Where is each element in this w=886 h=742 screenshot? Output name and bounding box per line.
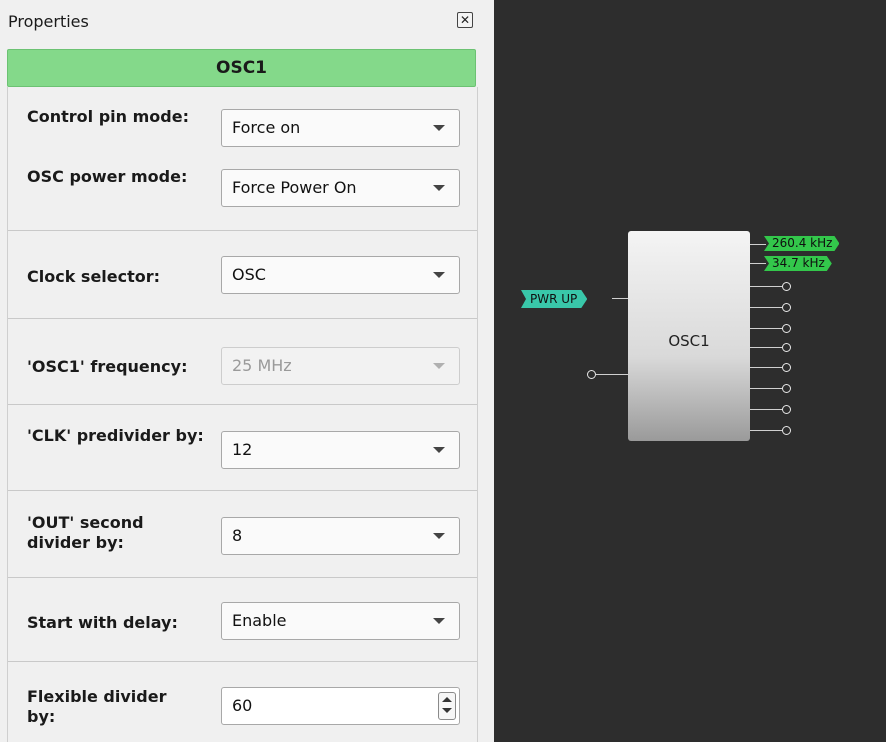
pin-line: [750, 388, 782, 389]
close-icon[interactable]: ✕: [457, 12, 473, 28]
property-groups: Control pin mode: Force on OSC power mod…: [7, 87, 478, 742]
osc-power-mode-value: Force Power On: [232, 178, 357, 197]
pin-line: [750, 328, 782, 329]
output-tag-frequency-2[interactable]: 34.7 kHz: [764, 256, 832, 271]
output-pin[interactable]: [782, 426, 791, 435]
pwr-up-tag[interactable]: PWR UP: [521, 290, 587, 308]
clock-selector-select[interactable]: OSC: [221, 256, 460, 294]
osc1-block[interactable]: OSC1: [628, 231, 750, 441]
osc-power-mode-label: OSC power mode:: [27, 167, 188, 186]
output-tag-frequency-1[interactable]: 260.4 kHz: [764, 236, 839, 251]
pin-line: [596, 374, 628, 375]
osc1-frequency-value: 25 MHz: [232, 356, 292, 375]
properties-panel: Properties ✕ OSC1 Control pin mode: Forc…: [0, 0, 490, 742]
output-pin[interactable]: [782, 384, 791, 393]
pin-line: [750, 244, 766, 245]
pin-line: [750, 367, 782, 368]
output-pin[interactable]: [782, 343, 791, 352]
start-with-delay-value: Enable: [232, 611, 287, 630]
pin-line: [750, 409, 782, 410]
clock-selector-label: Clock selector:: [27, 267, 161, 286]
flexible-divider-label: Flexible divider by:: [27, 687, 167, 726]
chevron-down-icon: [433, 533, 445, 539]
panel-header: Properties ✕: [0, 0, 482, 44]
panel-title: Properties: [8, 12, 89, 31]
pin-line: [612, 298, 628, 299]
output-pin[interactable]: [782, 282, 791, 291]
osc1-frequency-label: 'OSC1' frequency:: [27, 357, 188, 376]
pin-line: [750, 263, 766, 264]
spinner-down-icon[interactable]: [442, 708, 452, 713]
output-pin[interactable]: [782, 324, 791, 333]
block-label: OSC1: [668, 332, 710, 350]
group-out-second-divider: 'OUT' second divider by: 8: [8, 491, 477, 578]
pin-line: [750, 286, 782, 287]
chevron-down-icon: [433, 618, 445, 624]
chevron-down-icon: [433, 272, 445, 278]
chevron-down-icon: [433, 363, 445, 369]
group-osc1-frequency: 'OSC1' frequency: 25 MHz: [8, 319, 477, 405]
chevron-down-icon: [433, 185, 445, 191]
flexible-divider-spinbox[interactable]: 60: [221, 687, 460, 725]
component-name-header: OSC1: [7, 49, 476, 87]
output-pin[interactable]: [782, 363, 791, 372]
input-pin[interactable]: [587, 370, 596, 379]
pin-line: [750, 307, 782, 308]
output-pin[interactable]: [782, 405, 791, 414]
flexible-divider-value: 60: [232, 696, 253, 715]
osc1-frequency-select: 25 MHz: [221, 347, 460, 385]
pin-line: [750, 347, 782, 348]
start-with-delay-label: Start with delay:: [27, 613, 178, 632]
out-second-divider-label: 'OUT' second divider by:: [27, 513, 144, 552]
pin-line: [750, 430, 782, 431]
control-pin-mode-value: Force on: [232, 118, 301, 137]
group-start-with-delay: Start with delay: Enable: [8, 578, 477, 662]
out-second-divider-value: 8: [232, 526, 243, 545]
chevron-down-icon: [433, 447, 445, 453]
control-pin-mode-label: Control pin mode:: [27, 107, 189, 126]
start-with-delay-select[interactable]: Enable: [221, 602, 460, 640]
chevron-down-icon: [433, 125, 445, 131]
control-pin-mode-select[interactable]: Force on: [221, 109, 460, 147]
group-clock-selector: Clock selector: OSC: [8, 231, 477, 319]
clk-predivider-label: 'CLK' predivider by:: [27, 426, 204, 445]
spinner-buttons: [438, 692, 456, 720]
osc-power-mode-select[interactable]: Force Power On: [221, 169, 460, 207]
clk-predivider-select[interactable]: 12: [221, 431, 460, 469]
group-flexible-divider: Flexible divider by: 60: [8, 662, 477, 742]
group-power: Control pin mode: Force on OSC power mod…: [8, 87, 477, 231]
design-canvas[interactable]: PWR UP OSC1 260.4 kHz 34.7 kHz: [494, 0, 886, 742]
group-clk-predivider: 'CLK' predivider by: 12: [8, 405, 477, 491]
spinner-up-icon[interactable]: [442, 697, 452, 702]
clk-predivider-value: 12: [232, 440, 253, 459]
out-second-divider-select[interactable]: 8: [221, 517, 460, 555]
clock-selector-value: OSC: [232, 265, 266, 284]
output-pin[interactable]: [782, 303, 791, 312]
